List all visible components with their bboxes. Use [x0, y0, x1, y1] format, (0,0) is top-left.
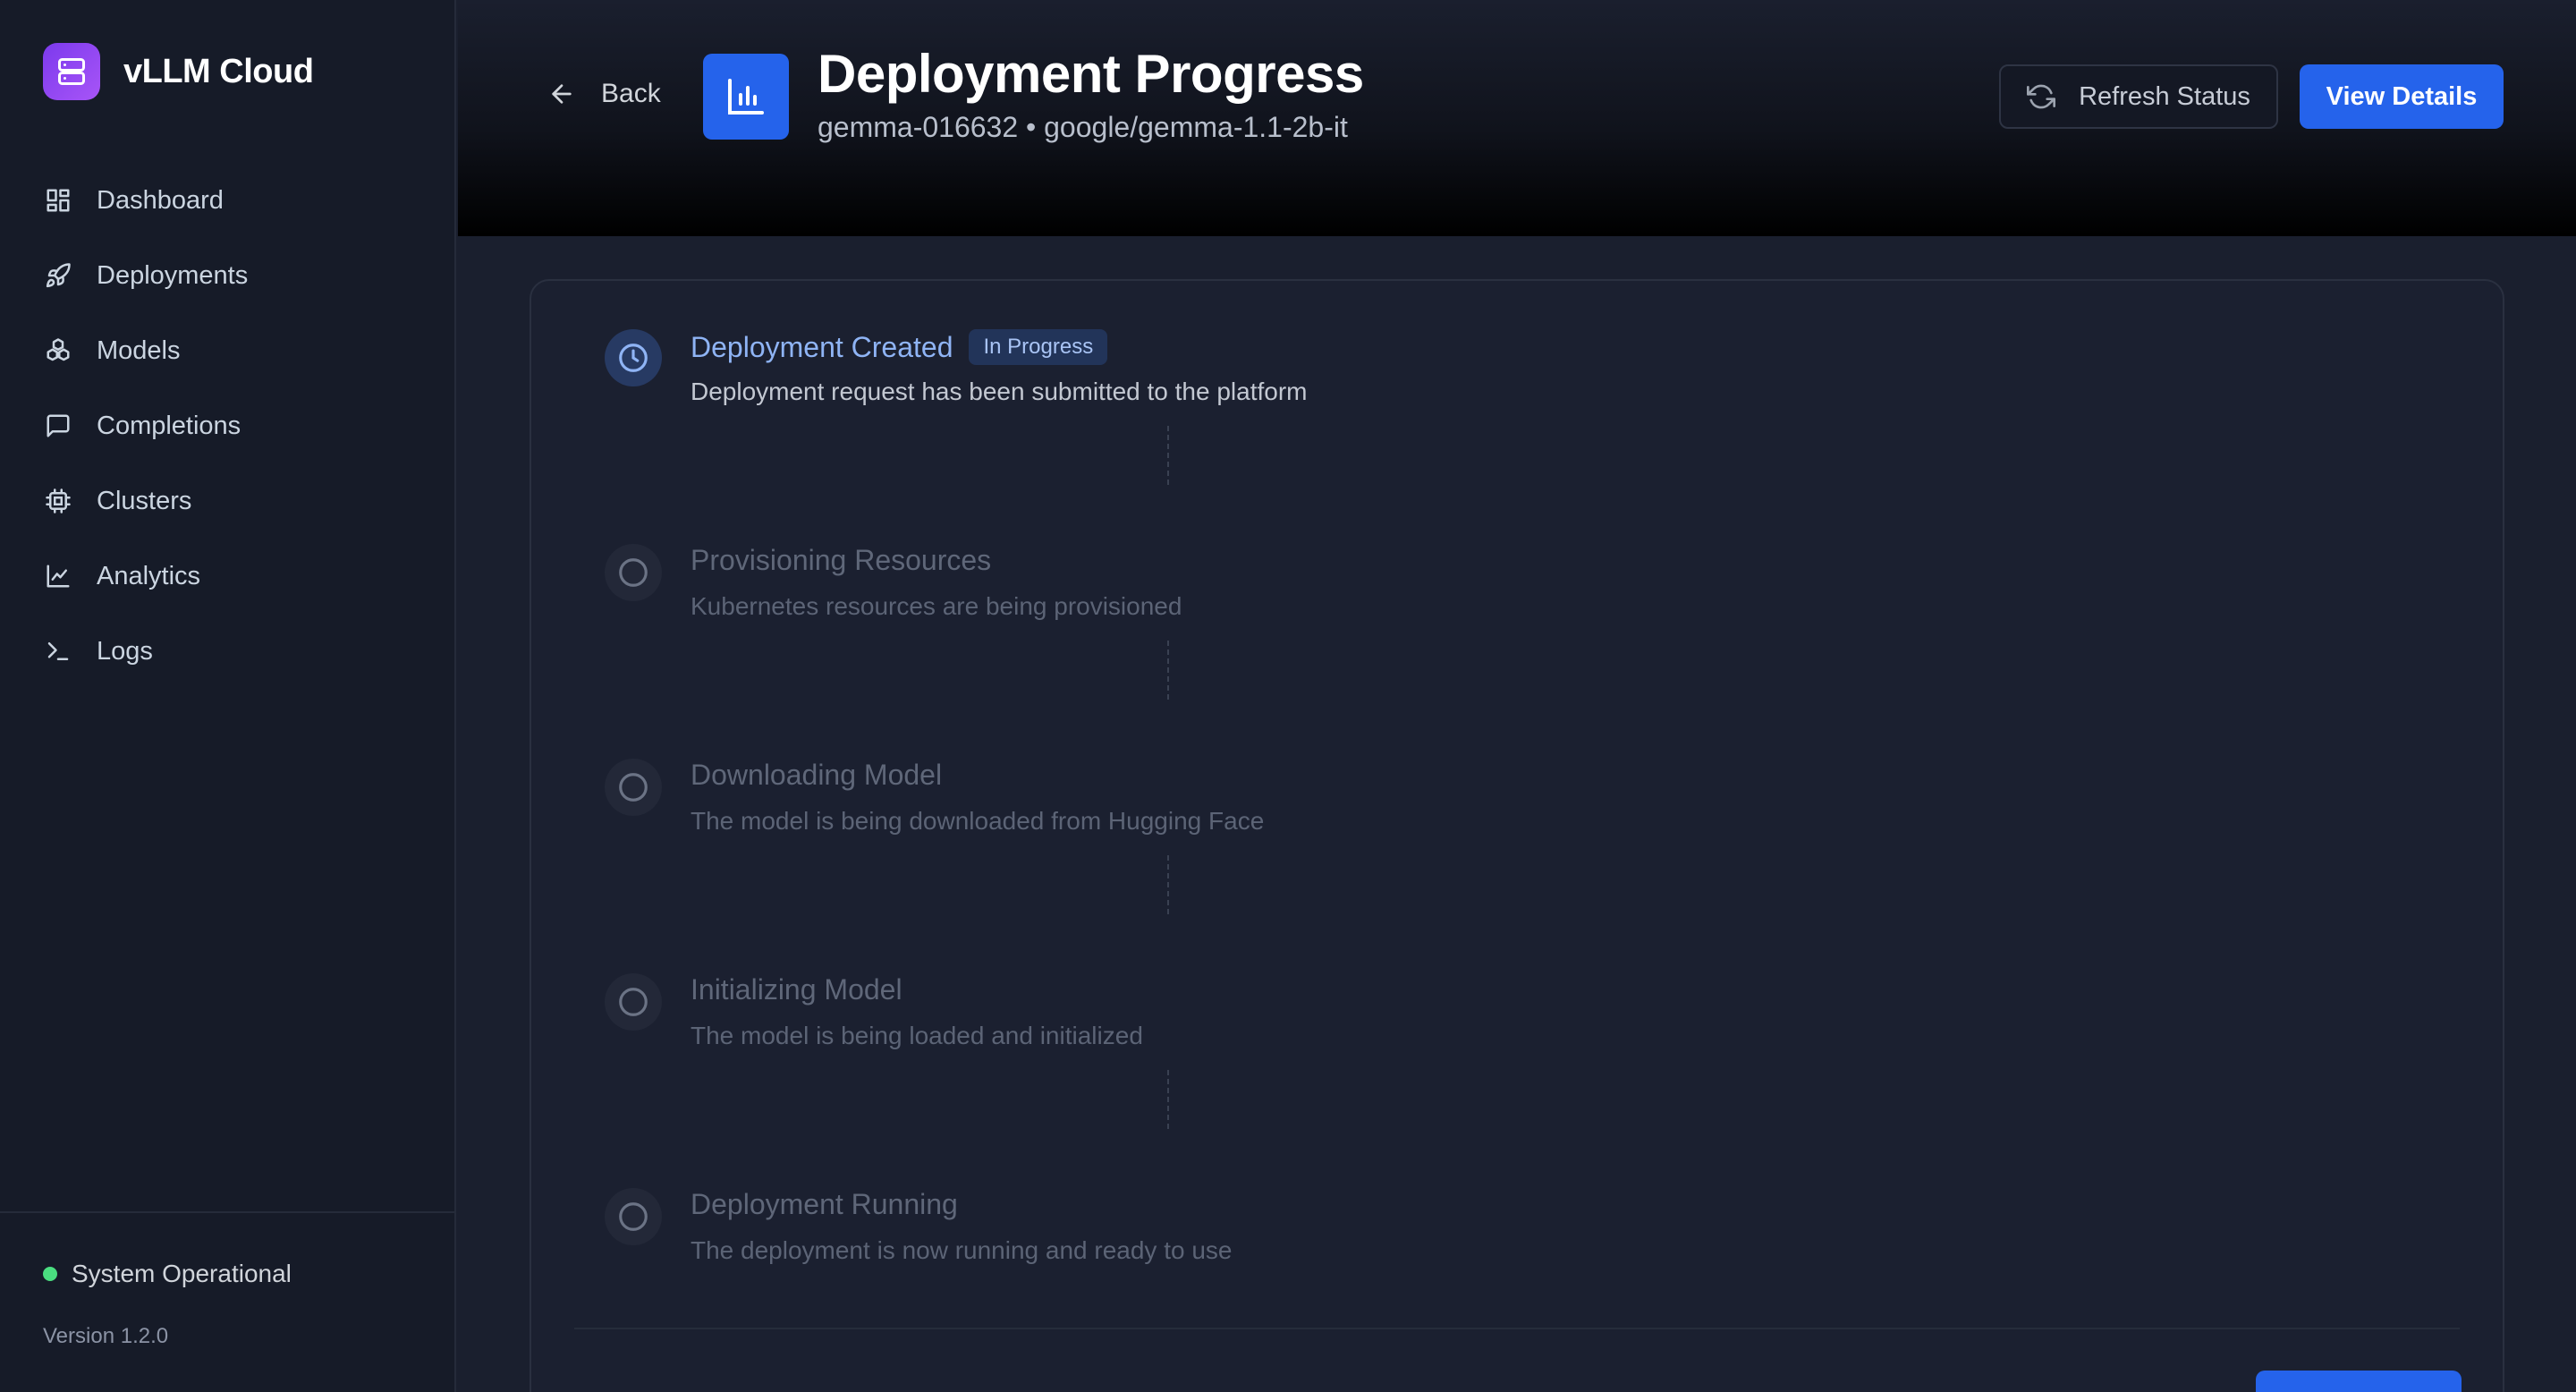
step-description: Kubernetes resources are being provision…	[691, 592, 1182, 620]
sidebar-item-label: Clusters	[97, 486, 192, 515]
cpu-icon	[43, 486, 73, 516]
arrow-left-icon	[552, 84, 572, 104]
sidebar-nav: Dashboard Deployments Models Completions…	[43, 163, 248, 689]
step-title: Downloading Model	[691, 759, 943, 791]
sidebar-item-deployments[interactable]: Deployments	[43, 238, 248, 313]
sidebar-footer: System Operational Version 1.2.0	[0, 1211, 454, 1392]
step-title-row: Provisioning Resources	[691, 544, 991, 577]
step-description: The model is being downloaded from Huggi…	[691, 807, 1265, 835]
system-status: System Operational	[43, 1260, 292, 1288]
sidebar-item-analytics[interactable]: Analytics	[43, 539, 248, 614]
terminal-icon	[43, 636, 73, 666]
sidebar-item-logs[interactable]: Logs	[43, 614, 248, 689]
system-status-label: System Operational	[72, 1260, 292, 1287]
step-title: Deployment Created	[691, 330, 953, 363]
step-title: Provisioning Resources	[691, 544, 992, 576]
step-deployment-running: Deployment Running The deployment is now…	[605, 1140, 2394, 1354]
circle-icon	[605, 759, 662, 816]
step-title-row: Deployment Created In Progress	[691, 329, 1108, 365]
sidebar-item-label: Dashboard	[97, 185, 224, 215]
page-title: Deployment Progress	[818, 44, 1364, 104]
boxes-icon	[43, 335, 73, 366]
page-subtitle: gemma-016632 • google/gemma-1.1-2b-it	[818, 111, 1348, 143]
step-description: Deployment request has been submitted to…	[691, 378, 1308, 405]
step-connector	[1167, 426, 1169, 485]
sidebar-item-clusters[interactable]: Clusters	[43, 463, 248, 539]
step-title: Initializing Model	[691, 973, 902, 1006]
sidebar-item-label: Analytics	[97, 561, 201, 590]
step-provisioning-resources: Provisioning Resources Kubernetes resour…	[605, 496, 2394, 710]
sidebar: vLLM Cloud Dashboard Deployments Models …	[0, 0, 456, 1392]
circle-icon	[605, 1188, 662, 1245]
refresh-status-label: Refresh Status	[2079, 81, 2250, 111]
refresh-icon	[2027, 84, 2056, 109]
step-downloading-model: Downloading Model The model is being dow…	[605, 710, 2394, 925]
version-label: Version 1.2.0	[43, 1324, 169, 1348]
sidebar-item-models[interactable]: Models	[43, 313, 248, 388]
line-chart-icon	[43, 561, 73, 591]
circle-icon	[605, 973, 662, 1031]
sidebar-item-label: Logs	[97, 636, 153, 666]
sidebar-item-dashboard[interactable]: Dashboard	[43, 163, 248, 238]
page-header: Back Deployment Progress gemma-016632 • …	[458, 0, 2576, 236]
step-connector	[1167, 641, 1169, 700]
step-connector	[1167, 1070, 1169, 1129]
step-connector	[1167, 855, 1169, 914]
back-button[interactable]: Back	[547, 79, 661, 109]
card-divider	[574, 1328, 2460, 1329]
server-icon	[43, 43, 100, 100]
brand-name: vLLM Cloud	[123, 52, 314, 90]
clock-icon	[605, 329, 662, 386]
rocket-icon	[43, 260, 73, 291]
circle-icon	[605, 544, 662, 601]
status-dot	[43, 1267, 57, 1281]
sidebar-item-label: Deployments	[97, 260, 249, 290]
brand[interactable]: vLLM Cloud	[43, 43, 314, 100]
sidebar-item-label: Models	[97, 335, 181, 365]
step-deployment-created: Deployment Created In Progress Deploymen…	[605, 281, 2394, 496]
sidebar-item-label: Completions	[97, 411, 242, 440]
back-label: Back	[601, 79, 661, 108]
card-action-button[interactable]	[2256, 1371, 2462, 1392]
chat-icon	[43, 411, 73, 441]
step-title-row: Downloading Model	[691, 759, 942, 792]
step-initializing-model: Initializing Model The model is being lo…	[605, 925, 2394, 1140]
bar-chart-icon	[703, 54, 789, 140]
sidebar-item-completions[interactable]: Completions	[43, 388, 248, 463]
step-description: The model is being loaded and initialize…	[691, 1022, 1143, 1049]
progress-card: Deployment Created In Progress Deploymen…	[530, 279, 2504, 1392]
view-details-button[interactable]: View Details	[2300, 64, 2504, 129]
step-description: The deployment is now running and ready …	[691, 1236, 1233, 1264]
step-title: Deployment Running	[691, 1188, 958, 1220]
step-title-row: Deployment Running	[691, 1188, 958, 1221]
dashboard-icon	[43, 185, 73, 216]
step-title-row: Initializing Model	[691, 973, 902, 1006]
refresh-status-button[interactable]: Refresh Status	[1999, 64, 2278, 129]
app-root: vLLM Cloud Dashboard Deployments Models …	[0, 0, 2576, 1392]
status-badge: In Progress	[969, 329, 1108, 365]
